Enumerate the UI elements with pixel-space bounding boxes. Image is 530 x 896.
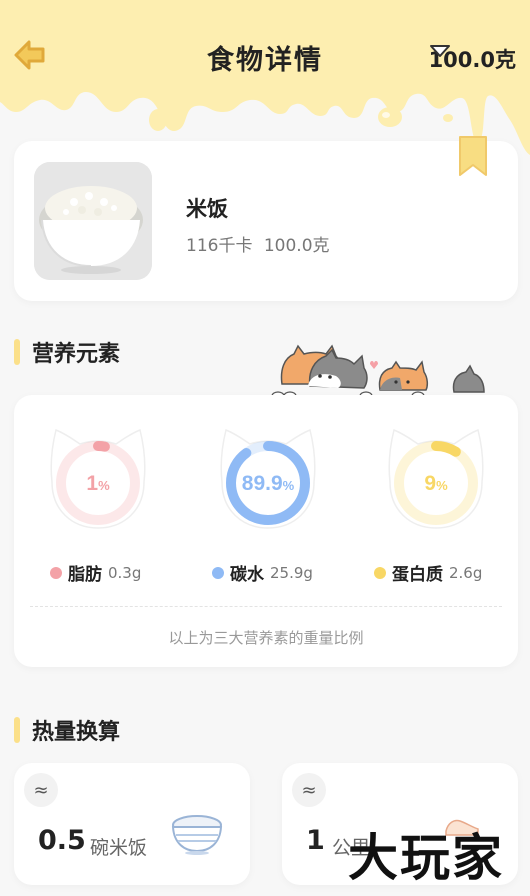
legend-dot (212, 566, 224, 579)
bookmark-icon (459, 136, 487, 176)
conversion-value: 1 (306, 825, 325, 856)
rice-bowl-photo (34, 162, 152, 280)
nutrition-legend-item: 碳水 25.9g (212, 560, 313, 585)
approx-icon: ≈ (24, 773, 58, 807)
conversion-value: 0.5 (38, 825, 86, 856)
nutrition-legend-item: 蛋白质 2.6g (374, 560, 482, 585)
nutrient-amount: 0.3g (108, 563, 142, 582)
food-weight: 100.0克 (263, 236, 330, 256)
nutrition-note: 以上为三大营养素的重量比例 (168, 629, 364, 647)
divider (30, 606, 502, 607)
conversion-card-rice[interactable]: ≈ 0.5 碗米饭 (14, 763, 250, 885)
food-name: 米饭 (186, 197, 228, 221)
nutrition-section-title: 营养元素 (32, 342, 121, 367)
nutrition-card: 1% 脂肪 0.3g 89.9% 碳水 25.9g 9% 蛋白质 2.6g 以上为三大营养素的重… (14, 395, 518, 667)
nutrient-name: 蛋白质 (392, 565, 443, 585)
conversion-unit: 碗米饭 (90, 837, 148, 859)
nutrition-ring-0: 1% (42, 420, 154, 532)
nutrient-amount: 25.9g (270, 563, 313, 582)
legend-dot (50, 566, 62, 579)
nutrient-name: 脂肪 (68, 565, 102, 585)
nutrition-ring-2: 9% (380, 420, 492, 532)
nutrition-section-header: 营养元素 (14, 336, 120, 368)
section-accent-bar (14, 339, 20, 365)
food-card: 米饭 116千卡 100.0克 (14, 136, 518, 301)
food-calories: 116千卡 (186, 236, 253, 256)
legend-dot (374, 566, 386, 579)
conversion-section-title: 热量换算 (32, 720, 121, 745)
cat-ring-chart: 1% (50, 428, 146, 529)
rice-bowl-icon (34, 162, 152, 280)
conversion-section-header: 热量换算 (14, 714, 120, 746)
chevron-down-icon (429, 45, 450, 57)
weight-selector[interactable]: 100.0克 (429, 44, 516, 74)
rice-bowl-icon (171, 815, 223, 855)
nutrition-ring-1: 89.9% (212, 420, 324, 532)
nutrition-legend-item: 脂肪 0.3g (50, 560, 141, 585)
cats-decoration-icon (271, 344, 485, 400)
bookmark-button[interactable] (458, 135, 488, 183)
watermark-text: 大玩家 (348, 828, 504, 887)
cat-ring-chart: 9% (388, 428, 484, 529)
cat-ring-chart: 89.9% (220, 428, 316, 529)
nutrient-name: 碳水 (230, 565, 264, 585)
nutrient-amount: 2.6g (449, 563, 483, 582)
section-accent-bar (14, 717, 20, 743)
food-calories-weight: 116千卡 100.0克 (186, 231, 330, 256)
approx-icon: ≈ (292, 773, 326, 807)
